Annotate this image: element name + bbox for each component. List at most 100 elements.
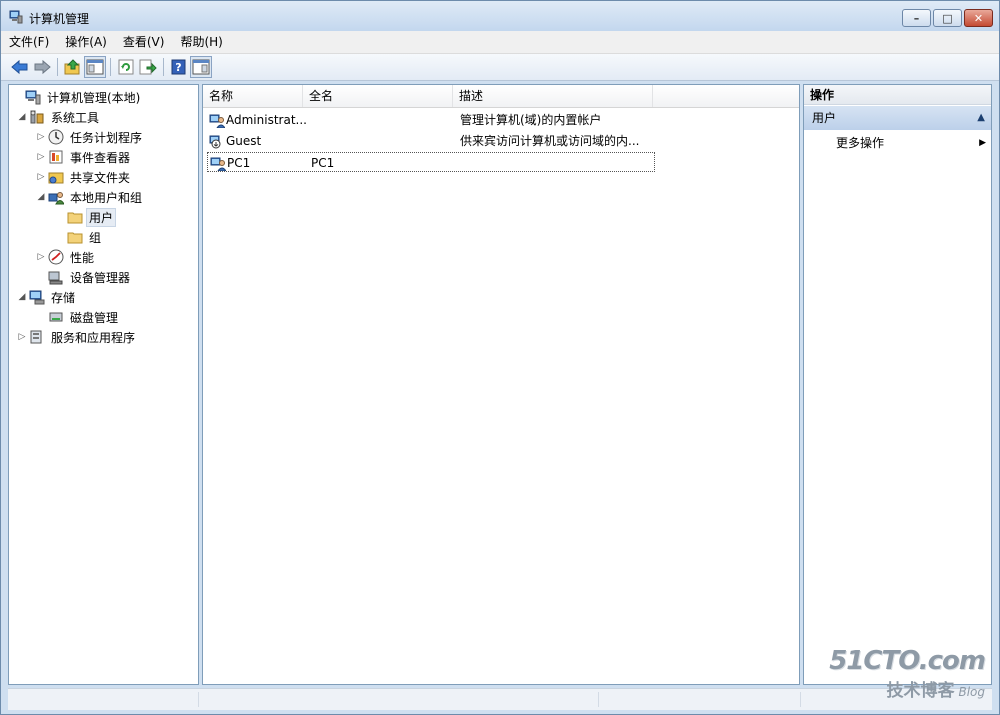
tree-item[interactable]: 磁盘管理 (36, 307, 121, 327)
toolbar-separator (110, 58, 111, 76)
svg-text:?: ? (175, 61, 181, 74)
collapse-icon[interactable]: ▲ (977, 106, 985, 130)
tree-item[interactable]: 用户 (55, 207, 117, 227)
cell-full-name: PC1 (311, 156, 335, 170)
restore-button[interactable]: □ (933, 9, 962, 27)
watermark-logo: 51CTO.com (829, 646, 986, 676)
refresh-button[interactable] (115, 56, 137, 78)
tree-item-label: 磁盘管理 (70, 310, 119, 325)
actions-group-label: 用户 (812, 111, 837, 125)
menu-file[interactable]: 文件(F) (1, 32, 57, 52)
tree-item-label: 性能 (70, 250, 95, 265)
expand-arrow-icon[interactable]: ▷ (36, 252, 46, 262)
table-row[interactable]: Administrat... 管理计算机(域)的内置帐户 (207, 110, 655, 130)
tree-item[interactable]: ▷ 服务和应用程序 (17, 327, 138, 347)
forward-button[interactable] (31, 56, 53, 78)
watermark-subtitle: 技术博客 (886, 681, 955, 701)
column-header: 名称 全名 描述 (203, 85, 799, 108)
users-group-icon (48, 189, 65, 205)
back-button[interactable] (9, 56, 31, 78)
tree-item-label: 用户 (86, 207, 117, 227)
window-title: 计算机管理 (29, 12, 90, 26)
help-button[interactable]: ? (168, 56, 190, 78)
show-hide-tree-icon (86, 59, 104, 75)
menu-view[interactable]: 查看(V) (115, 32, 173, 52)
actions-group-users[interactable]: 用户 ▲ (804, 106, 991, 130)
cell-name: Administrat... (226, 113, 306, 127)
storage-icon (29, 289, 45, 305)
system-tools-icon (29, 109, 45, 125)
actions-header: 操作 (804, 85, 991, 105)
computer-management-window: 计算机管理 – □ ✕ 文件(F) 操作(A) 查看(V) 帮助(H) ? 计算… (0, 0, 1000, 715)
clock-icon (48, 129, 64, 145)
collapse-arrow-icon[interactable]: ◢ (36, 192, 46, 202)
tree-item[interactable]: ◢ 存储 (17, 287, 78, 307)
folder-icon (67, 209, 83, 225)
collapse-arrow-icon[interactable]: ◢ (17, 112, 27, 122)
tree-item[interactable]: ▷ 性能 (36, 247, 97, 267)
tree-item[interactable]: ▷ 任务计划程序 (36, 127, 145, 147)
export-list-button[interactable] (137, 56, 159, 78)
tree-item-label: 共享文件夹 (70, 170, 131, 185)
tree-item-label: 服务和应用程序 (51, 330, 136, 345)
toolbar-separator (57, 58, 58, 76)
tree-item[interactable]: 计算机管理(本地) (13, 87, 143, 107)
submenu-arrow-icon: ▶ (979, 138, 986, 148)
tree-item[interactable]: ▷ 事件查看器 (36, 147, 133, 167)
column-name[interactable]: 名称 (203, 85, 303, 107)
tree-item[interactable]: ▷ 共享文件夹 (36, 167, 133, 187)
expand-arrow-icon[interactable]: ▷ (36, 152, 46, 162)
expand-arrow-icon[interactable]: ▷ (17, 332, 27, 342)
event-viewer-icon (48, 149, 64, 165)
close-button[interactable]: ✕ (964, 9, 993, 27)
tree-item-label: 设备管理器 (70, 270, 131, 285)
user-list-view[interactable]: 名称 全名 描述 Administrat... 管理计算机(域)的内置帐户 Gues… (202, 84, 800, 685)
expand-arrow-icon[interactable]: ▷ (36, 132, 46, 142)
table-row[interactable]: Guest 供来宾访问计算机或访问域的内... (207, 131, 655, 151)
computer-management-icon (25, 89, 41, 105)
table-row[interactable]: PC1 PC1 (207, 152, 655, 172)
cell-name: PC1 (227, 156, 251, 170)
show-hide-console-tree-button[interactable] (84, 56, 106, 78)
help-icon: ? (171, 59, 186, 75)
services-icon (29, 329, 45, 345)
disabled-user-icon (209, 133, 225, 149)
watermark-blog: Blog (958, 685, 985, 699)
cell-description: 供来宾访问计算机或访问域的内... (460, 134, 640, 148)
folder-icon (67, 229, 83, 245)
tree-item[interactable]: ◢ 系统工具 (17, 107, 102, 127)
minimize-button[interactable]: – (902, 9, 931, 27)
tree-item-label: 本地用户和组 (70, 190, 143, 205)
refresh-icon (118, 59, 134, 75)
console-tree[interactable]: 计算机管理(本地) ◢ 系统工具 ▷ 任务计划程序 ▷ 事件查看器 ▷ 共享文件夹 ◢ 本地用户和组… (8, 84, 199, 685)
tree-item[interactable]: 组 (55, 227, 104, 247)
forward-arrow-icon (34, 59, 51, 75)
menu-bar: 文件(F) 操作(A) 查看(V) 帮助(H) (1, 31, 999, 54)
collapse-arrow-icon[interactable]: ◢ (17, 292, 27, 302)
more-actions-item[interactable]: 更多操作 ▶ (836, 133, 986, 153)
status-segment (598, 692, 599, 707)
title-bar[interactable]: 计算机管理 – □ ✕ (1, 1, 999, 31)
tree-item-label: 计算机管理(本地) (47, 90, 141, 105)
show-hide-action-pane-button[interactable] (190, 56, 212, 78)
tree-item-label: 系统工具 (51, 110, 100, 125)
computer-management-icon (9, 10, 23, 24)
tree-item-label: 存储 (51, 290, 76, 305)
cell-name: Guest (226, 134, 262, 148)
expand-arrow-icon[interactable]: ▷ (36, 172, 46, 182)
shared-folder-icon (48, 169, 64, 185)
user-icon (209, 112, 226, 129)
menu-help[interactable]: 帮助(H) (172, 32, 230, 52)
tree-item[interactable]: ◢ 本地用户和组 (36, 187, 145, 207)
show-hide-action-pane-icon (192, 59, 210, 75)
cell-description (461, 153, 656, 173)
performance-icon (48, 249, 64, 265)
cell-description: 管理计算机(域)的内置帐户 (460, 113, 602, 127)
tree-item[interactable]: 设备管理器 (36, 267, 133, 287)
up-one-level-button[interactable] (62, 56, 84, 78)
menu-action[interactable]: 操作(A) (57, 32, 115, 52)
up-folder-icon (64, 59, 80, 75)
tree-item-label: 任务计划程序 (70, 130, 143, 145)
column-full-name[interactable]: 全名 (303, 85, 453, 107)
column-description[interactable]: 描述 (453, 85, 653, 107)
